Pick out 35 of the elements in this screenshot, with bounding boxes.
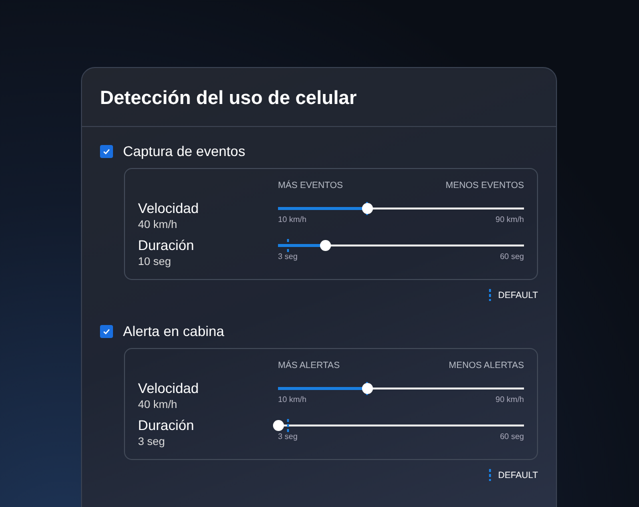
panel-title: Detección del uso de celular: [82, 68, 556, 127]
scale-label: MENOS EVENTOS: [446, 180, 524, 190]
scale-label: MÁS ALERTAS: [278, 360, 340, 370]
slider-thumb[interactable]: [362, 203, 373, 214]
max-label: 90 km/h: [496, 395, 524, 404]
checkmark-icon: [102, 146, 111, 156]
min-label: 3 seg: [278, 432, 298, 441]
slider-label: Velocidad: [138, 380, 200, 396]
default-label: DEFAULT: [498, 290, 538, 300]
default-marker-icon: [489, 469, 492, 481]
slider-label: Velocidad: [138, 200, 200, 216]
min-label: 3 seg: [278, 252, 298, 261]
section-label: Captura de eventos: [123, 143, 246, 159]
max-label: 90 km/h: [496, 215, 524, 224]
slider-thumb[interactable]: [362, 383, 373, 394]
slider-thumb[interactable]: [320, 240, 331, 251]
section-label: Alerta en cabina: [123, 323, 224, 339]
slider-label: Duración: [138, 417, 196, 433]
default-label: DEFAULT: [498, 470, 538, 480]
min-label: 10 km/h: [278, 395, 306, 404]
slider-thumb[interactable]: [273, 420, 284, 431]
scale-label: MENOS ALERTAS: [448, 360, 524, 370]
max-label: 60 seg: [500, 252, 524, 261]
slider-value: 40 km/h: [138, 399, 178, 411]
slider-value: 3 seg: [138, 436, 166, 448]
max-label: 60 seg: [500, 432, 524, 441]
slider-value: 40 km/h: [138, 219, 178, 231]
checkbox[interactable]: [100, 324, 113, 338]
checkbox[interactable]: [100, 144, 113, 158]
scale-label: MÁS EVENTOS: [278, 180, 343, 190]
checkmark-icon: [102, 326, 111, 336]
slider-value: 10 seg: [138, 256, 172, 268]
min-label: 10 km/h: [278, 215, 306, 224]
default-marker-icon: [489, 289, 492, 301]
slider-label: Duración: [138, 237, 196, 253]
